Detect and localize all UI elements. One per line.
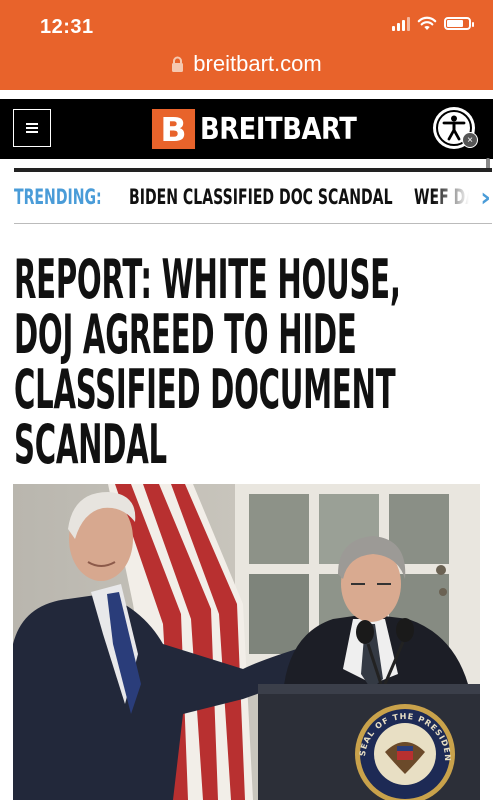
logo-mark: B bbox=[151, 109, 196, 149]
article-headline[interactable]: REPORT: WHITE HOUSE, DOJ AGREED TO HIDE … bbox=[14, 252, 468, 472]
headline-line: SCANDAL bbox=[14, 413, 167, 476]
address-bar[interactable]: breitbart.com bbox=[0, 48, 493, 80]
url-text[interactable]: breitbart.com bbox=[193, 51, 321, 77]
trending-item[interactable]: BIDEN CLASSIFIED DOC SCANDAL bbox=[129, 185, 393, 209]
trending-bar: TRENDING: BIDEN CLASSIFIED DOC SCANDAL W… bbox=[14, 172, 493, 223]
status-time: 12:31 bbox=[40, 16, 94, 38]
headline-line: DOJ AGREED TO HIDE bbox=[14, 303, 357, 366]
chevron-right-icon[interactable]: › bbox=[480, 183, 491, 213]
status-icons bbox=[392, 16, 474, 31]
accessibility-button[interactable]: × bbox=[433, 107, 478, 149]
menu-button[interactable] bbox=[13, 109, 51, 147]
close-icon[interactable]: × bbox=[462, 132, 478, 148]
divider bbox=[14, 223, 492, 224]
hamburger-icon bbox=[26, 123, 38, 133]
article-photo[interactable]: SEAL OF THE PRESIDENT OF THE UNITED STAT… bbox=[13, 484, 480, 800]
lock-icon bbox=[172, 56, 184, 72]
wifi-icon bbox=[417, 16, 437, 30]
headline-line: REPORT: WHITE HOUSE, bbox=[14, 248, 401, 311]
browser-chrome: 12:31 breitbart.com bbox=[0, 0, 493, 90]
trending-label: TRENDING: bbox=[14, 185, 102, 209]
logo-text: BREITBART bbox=[200, 111, 357, 147]
site-logo[interactable]: B BREITBART bbox=[151, 109, 382, 149]
battery-icon bbox=[444, 17, 474, 30]
headline-line: CLASSIFIED DOCUMENT bbox=[14, 358, 396, 421]
cellular-signal-icon bbox=[392, 16, 410, 31]
photo-illustration: SEAL OF THE PRESIDENT OF THE UNITED STAT… bbox=[13, 484, 480, 800]
site-header: B BREITBART × bbox=[0, 99, 493, 159]
